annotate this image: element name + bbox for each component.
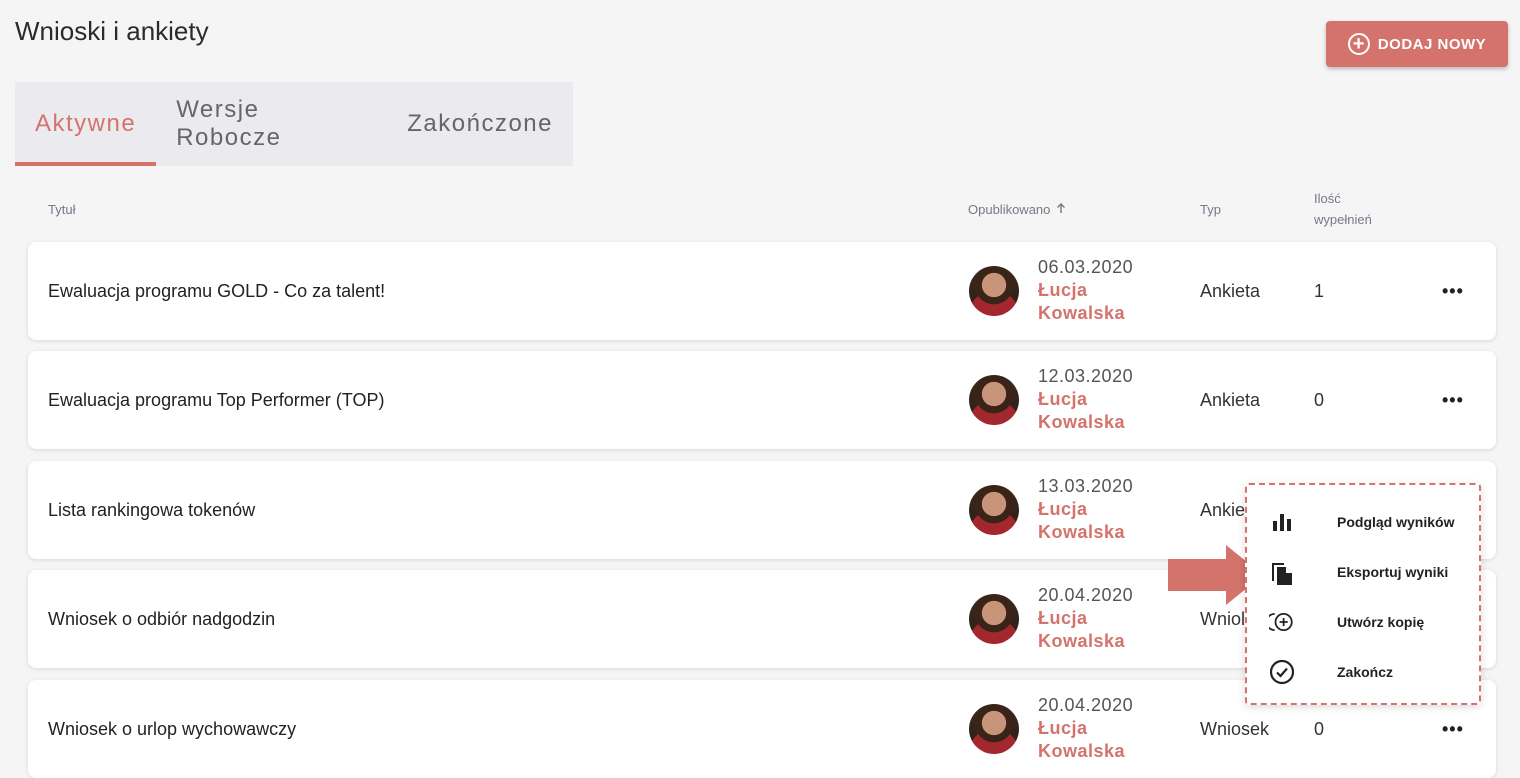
check-circle-icon [1269,659,1295,685]
avatar [969,704,1019,754]
plus-circle-icon: + [1347,33,1370,55]
table-row[interactable]: Ewaluacja programu Top Performer (TOP) 1… [28,351,1496,449]
author-last-name: Kowalska [1038,303,1126,323]
published-date: 06.03.2020 [1038,257,1134,277]
published-info: 12.03.2020 Łucja Kowalska [1038,365,1133,434]
column-header-count-line2: wypełnień [1314,212,1372,227]
row-type: Ankieta [1200,389,1261,410]
published-date: 12.03.2020 [1038,366,1134,386]
column-header-published-label: Opublikowano [968,202,1051,217]
published-date: 20.04.2020 [1038,585,1134,605]
published-info: 20.04.2020 Łucja Kowalska [1038,584,1133,653]
row-count: 1 [1314,280,1325,301]
author-last-name: Kowalska [1038,412,1126,432]
sort-arrow-up-icon [1056,199,1066,220]
author-first-name: Łucja [1038,499,1088,519]
tab-active[interactable]: Aktywne [15,82,157,166]
row-title[interactable]: Wniosek o odbiór nadgodzin [48,570,275,668]
table-row[interactable]: Ewaluacja programu GOLD - Co za talent! … [28,242,1496,340]
row-title[interactable]: Wniosek o urlop wychowawczy [48,680,296,778]
avatar [969,485,1019,535]
menu-item-label: Utwórz kopię [1337,614,1425,630]
row-title[interactable]: Ewaluacja programu Top Performer (TOP) [48,351,384,449]
menu-item-label: Eksportuj wyniki [1337,564,1449,580]
row-title[interactable]: Lista rankingowa tokenów [48,461,255,559]
published-date: 20.04.2020 [1038,695,1134,715]
more-options-icon[interactable]: ••• [1442,351,1464,449]
author-last-name: Kowalska [1038,522,1126,542]
row-type: Ankieta [1200,280,1261,301]
row-count: 0 [1314,389,1325,410]
menu-item-create-copy[interactable]: Utwórz kopię [1247,597,1479,647]
bar-chart-icon [1269,509,1295,535]
published-info: 13.03.2020 Łucja Kowalska [1038,475,1133,544]
author-first-name: Łucja [1038,718,1088,738]
author-first-name: Łucja [1038,608,1088,628]
published-date: 13.03.2020 [1038,476,1134,496]
avatar [969,266,1019,316]
more-options-icon[interactable]: ••• [1442,242,1464,340]
page-title: Wnioski i ankiety [15,16,209,46]
add-copy-icon [1269,609,1295,635]
author-first-name: Łucja [1038,280,1088,300]
add-new-button-label: DODAJ NOWY [1377,35,1487,53]
published-info: 20.04.2020 Łucja Kowalska [1038,694,1133,763]
author-last-name: Kowalska [1038,741,1126,761]
avatar [969,375,1019,425]
column-header-count-line1: Ilość [1314,191,1341,206]
file-copy-icon [1269,559,1295,585]
column-header-title[interactable]: Tytuł [48,199,75,220]
menu-item-finish[interactable]: Zakończ [1247,647,1479,697]
row-title[interactable]: Ewaluacja programu GOLD - Co za talent! [48,242,385,340]
column-header-type[interactable]: Typ [1200,199,1221,220]
context-menu: Podgląd wyników Eksportuj wyniki Utwórz … [1245,483,1481,705]
author-first-name: Łucja [1038,389,1088,409]
add-new-button[interactable]: + DODAJ NOWY [1326,21,1508,67]
menu-item-label: Zakończ [1337,664,1394,680]
avatar [969,594,1019,644]
tab-drafts[interactable]: Wersje Robocze [156,82,387,166]
menu-item-export-results[interactable]: Eksportuj wyniki [1247,547,1479,597]
tab-finished[interactable]: Zakończone [387,82,573,166]
menu-item-label: Podgląd wyników [1337,514,1455,530]
menu-item-view-results[interactable]: Podgląd wyników [1247,497,1479,547]
tab-bar: Aktywne Wersje Robocze Zakończone [15,82,573,166]
author-last-name: Kowalska [1038,631,1126,651]
column-header-count[interactable]: Ilość wypełnień [1314,188,1372,230]
column-header-published[interactable]: Opublikowano [968,199,1066,220]
published-info: 06.03.2020 Łucja Kowalska [1038,256,1133,325]
